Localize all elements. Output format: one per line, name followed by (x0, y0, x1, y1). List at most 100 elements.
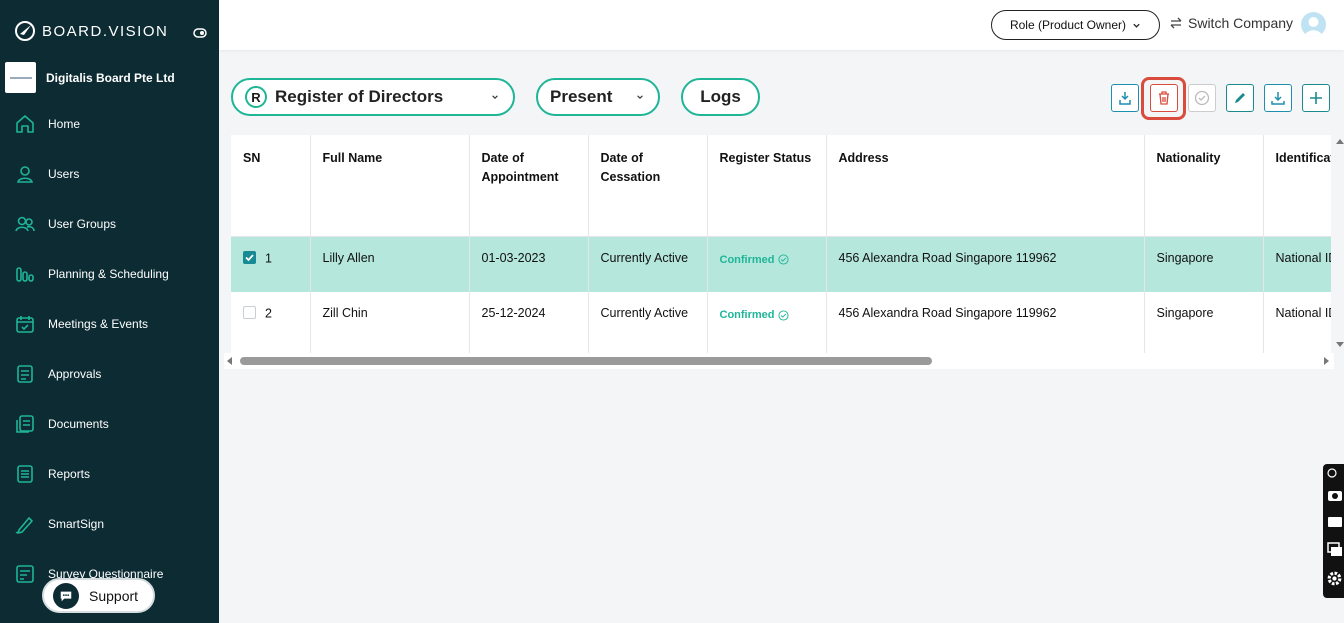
cell-full-name: Lilly Allen (310, 236, 470, 292)
download-icon (1271, 92, 1285, 105)
sidebar-item-user-groups[interactable]: User Groups (0, 199, 219, 249)
cell-sn: 1 (231, 236, 311, 292)
brand-name: BOARD.VISION (42, 22, 169, 40)
logs-button[interactable]: Logs (681, 78, 760, 116)
sidebar-item-label: SmartSign (48, 517, 105, 531)
edit-button[interactable] (1226, 84, 1254, 112)
row-checkbox[interactable] (243, 306, 256, 320)
column-header-cessation[interactable]: Date of Cessation (588, 135, 708, 237)
status-badge: Confirmed (720, 251, 789, 266)
scroll-down-arrow[interactable] (1336, 342, 1344, 347)
camera-icon[interactable] (1327, 488, 1343, 502)
approvals-icon (17, 365, 33, 383)
plus-icon (1310, 92, 1322, 104)
sidebar-toggle-icon[interactable] (193, 28, 207, 38)
period-label: Present (550, 87, 613, 106)
sidebar-nav: Home Users User Groups Planning & Schedu… (0, 99, 219, 599)
table-header-row: SN Full Name Date of Appointment Date of… (231, 135, 1331, 237)
edit-icon (1235, 93, 1245, 103)
period-dropdown[interactable]: Present (536, 78, 660, 116)
video-icon[interactable] (1327, 516, 1343, 528)
status-badge: Confirmed (720, 306, 789, 321)
company-name: Digitalis Board Pte Ltd (46, 70, 175, 85)
import-button[interactable] (1111, 84, 1139, 112)
sidebar-item-home[interactable]: Home (0, 99, 219, 149)
sidebar-item-label: Meetings & Events (48, 317, 149, 331)
scroll-right-arrow[interactable] (1324, 357, 1329, 365)
switch-company-button[interactable]: Switch Company (1169, 15, 1293, 31)
survey-icon (16, 565, 34, 583)
sidebar-item-planning[interactable]: Planning & Scheduling (0, 249, 219, 299)
sidebar-item-users[interactable]: Users (0, 149, 219, 199)
sidebar-item-meetings[interactable]: Meetings & Events (0, 299, 219, 349)
sidebar-item-approvals[interactable]: Approvals (0, 349, 219, 399)
download-button[interactable] (1264, 84, 1292, 112)
scrollbar-thumb[interactable] (240, 357, 932, 365)
home-icon (16, 115, 34, 133)
column-header-id-type[interactable]: Identification Type (1263, 135, 1331, 237)
cell-appointment: 25-12-2024 (469, 292, 589, 353)
column-header-appointment[interactable]: Date of Appointment (469, 135, 589, 237)
logs-label: Logs (700, 87, 741, 106)
column-header-full-name[interactable]: Full Name (310, 135, 470, 237)
sidebar-item-reports[interactable]: Reports (0, 449, 219, 499)
cell-nationality: Singapore (1144, 236, 1264, 292)
table-row[interactable]: 1 Lilly Allen 01-03-2023 Currently Activ… (231, 236, 1331, 292)
calendar-icon (16, 316, 34, 333)
user-icon (17, 166, 33, 183)
cell-status: Confirmed (707, 236, 827, 292)
register-badge: R (245, 86, 267, 108)
chat-icon (53, 582, 79, 609)
row-number: 2 (265, 306, 272, 321)
sidebar-item-documents[interactable]: Documents (0, 399, 219, 449)
cell-id-type: National ID (1263, 292, 1331, 353)
import-icon (1119, 92, 1131, 105)
screen-icon[interactable] (1327, 542, 1343, 558)
gear-icon[interactable] (1326, 570, 1343, 587)
column-header-sn[interactable]: SN (231, 135, 311, 237)
chevron-down-icon (492, 95, 498, 99)
sidebar-item-label: Home (48, 117, 81, 131)
sidebar-item-smartsign[interactable]: SmartSign (0, 499, 219, 549)
sidebar-item-label: Documents (48, 417, 109, 431)
sidebar-item-label: Planning & Scheduling (48, 267, 169, 281)
cell-full-name: Zill Chin (310, 292, 470, 353)
brand-logo-icon (15, 21, 35, 41)
column-header-address[interactable]: Address (826, 135, 1145, 237)
cell-status: Confirmed (707, 292, 827, 353)
table-row[interactable]: 2 Zill Chin 25-12-2024 Currently Active … (231, 292, 1331, 353)
cell-address: 456 Alexandra Road Singapore 119962 (826, 292, 1145, 353)
cell-address: 456 Alexandra Road Singapore 119962 (826, 236, 1145, 292)
role-dropdown[interactable]: Role (Product Owner) (991, 10, 1160, 40)
sidebar-item-label: User Groups (48, 217, 117, 231)
user-groups-icon (15, 216, 35, 232)
cell-id-type: National ID (1263, 236, 1331, 292)
top-bar: Role (Product Owner) Switch Company (219, 0, 1344, 50)
recording-widget (1323, 464, 1344, 598)
avatar[interactable] (1301, 12, 1326, 37)
sidebar-item-label: Approvals (48, 367, 102, 381)
documents-icon (16, 415, 34, 433)
role-label: Role (Product Owner) (1009, 18, 1127, 32)
brand[interactable]: BOARD.VISION (14, 20, 168, 42)
column-header-status[interactable]: Register Status (707, 135, 827, 237)
company-switcher[interactable]: Digitalis Board Pte Ltd (5, 62, 175, 93)
support-label: Support (89, 587, 139, 604)
cell-appointment: 01-03-2023 (469, 236, 589, 292)
scroll-left-arrow[interactable] (227, 357, 232, 365)
cell-cessation: Currently Active (588, 292, 708, 353)
row-checkbox[interactable] (243, 250, 256, 264)
check-circle-icon (1194, 90, 1210, 106)
register-dropdown[interactable]: R Register of Directors (231, 78, 515, 116)
checkmark-icon (245, 254, 254, 262)
status-label: Confirmed (719, 309, 775, 321)
scroll-up-arrow[interactable] (1336, 139, 1344, 144)
sidebar-item-label: Users (48, 167, 80, 181)
support-button[interactable]: Support (42, 578, 155, 613)
horizontal-scrollbar[interactable] (224, 353, 1334, 369)
confirm-button[interactable] (1188, 84, 1216, 112)
column-header-nationality[interactable]: Nationality (1144, 135, 1264, 237)
cell-cessation: Currently Active (588, 236, 708, 292)
add-button[interactable] (1302, 84, 1330, 112)
swap-icon (1170, 17, 1182, 29)
